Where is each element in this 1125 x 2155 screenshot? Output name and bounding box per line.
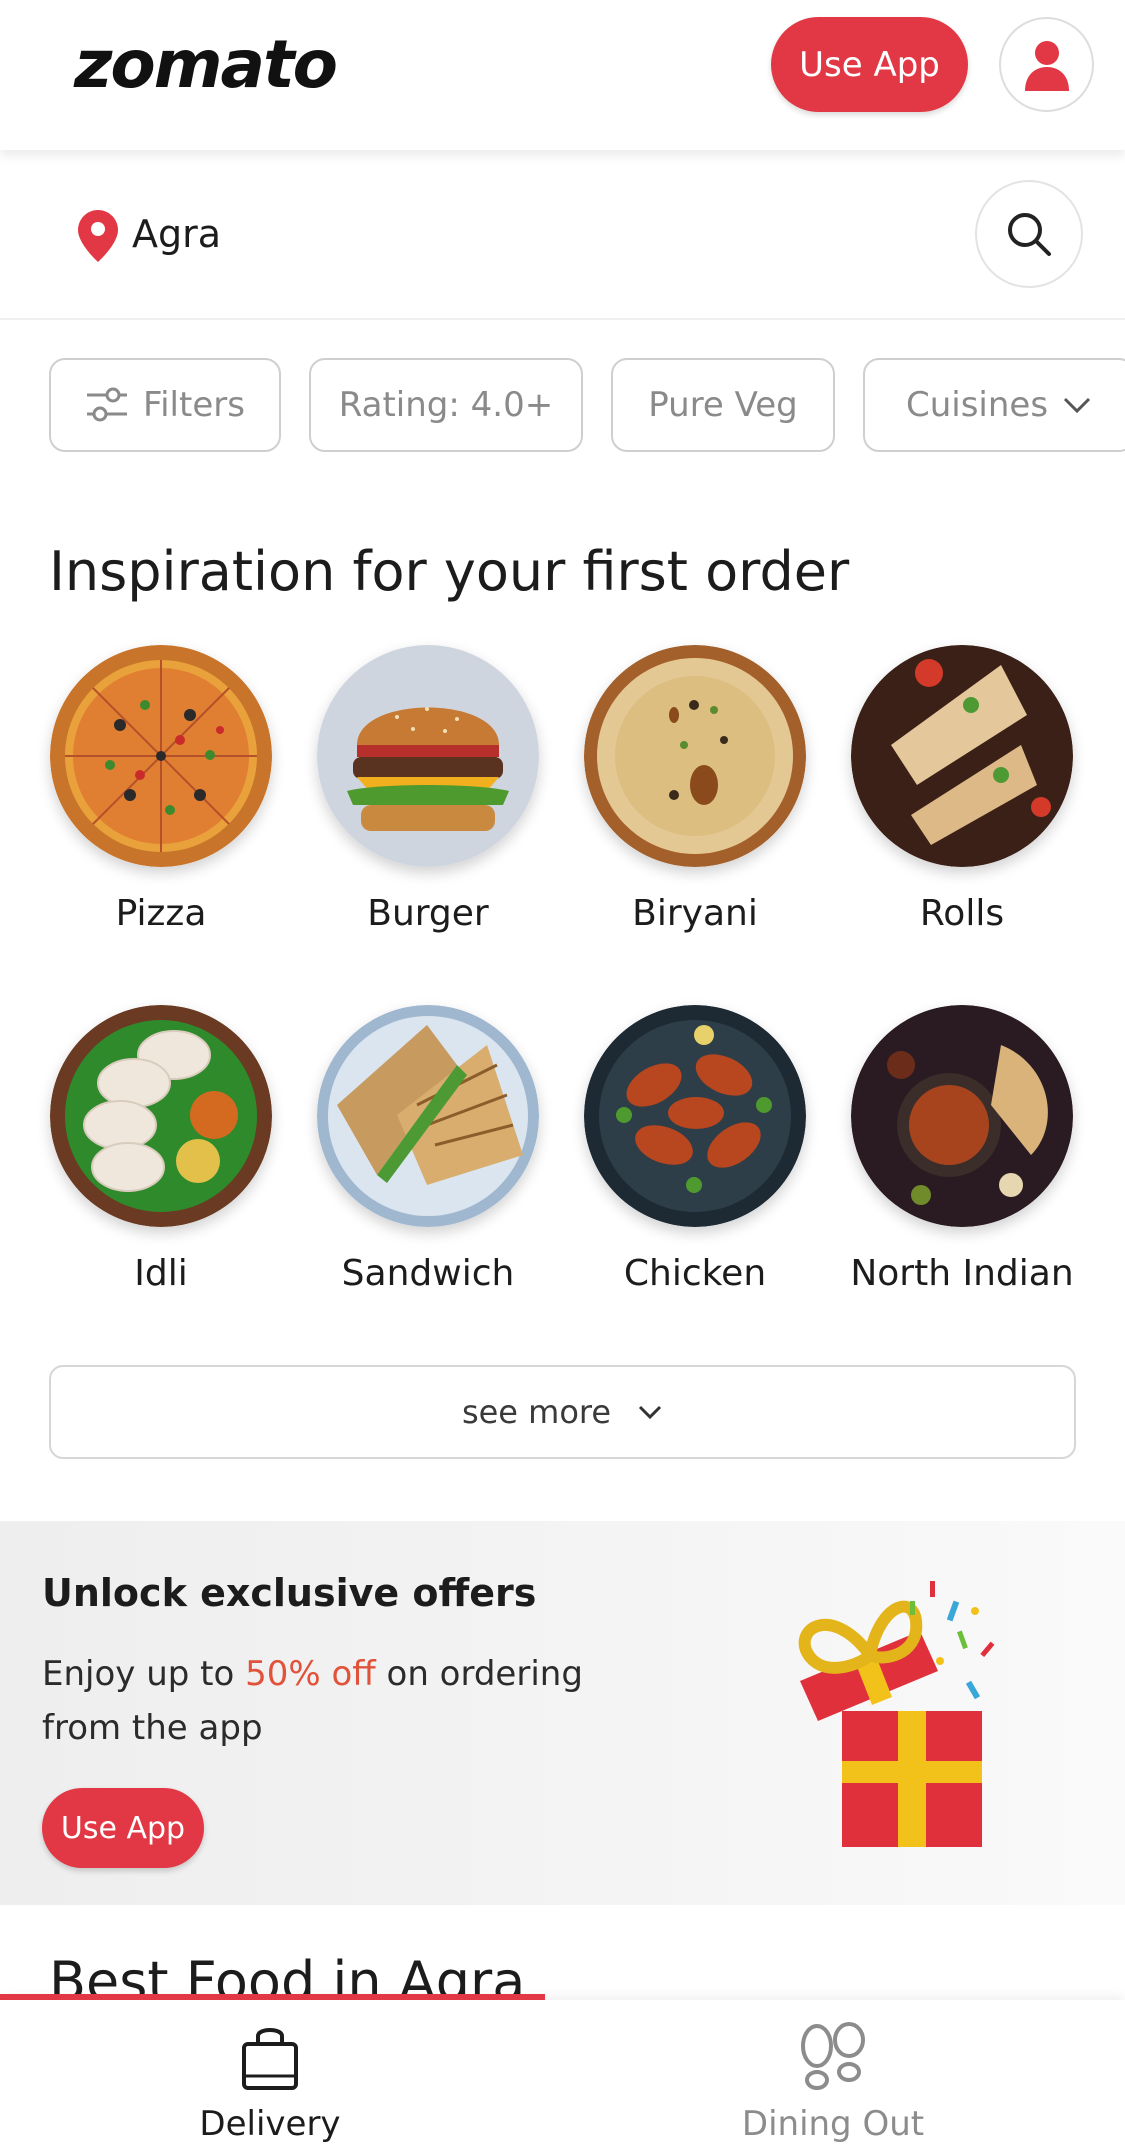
cuisines-chip[interactable]: Cuisines <box>863 358 1125 452</box>
food-item-sandwich[interactable]: Sandwich <box>308 1005 548 1294</box>
bottom-nav: Delivery Dining Out <box>0 1994 1125 2155</box>
offer-desc-highlight: 50% off <box>245 1654 376 1694</box>
rating-chip[interactable]: Rating: 4.0+ <box>309 358 583 452</box>
filters-chip[interactable]: Filters <box>49 358 281 452</box>
use-app-button[interactable]: Use App <box>771 17 968 112</box>
food-item-label: Biryani <box>632 893 758 934</box>
pure-veg-chip[interactable]: Pure Veg <box>611 358 835 452</box>
burger-image <box>317 645 539 867</box>
rolls-image <box>851 645 1073 867</box>
rating-chip-label: Rating: 4.0+ <box>338 385 554 425</box>
food-item-idli[interactable]: Idli <box>41 1005 281 1294</box>
see-more-label: see more <box>461 1393 612 1431</box>
offer-banner: Unlock exclusive offers Enjoy up to 50% … <box>0 1521 1125 1905</box>
food-item-label: Idli <box>134 1253 188 1294</box>
pure-veg-chip-label: Pure Veg <box>648 385 798 425</box>
tab-delivery-label: Delivery <box>199 2104 341 2144</box>
app-header: zomato Use App <box>0 0 1125 150</box>
food-item-burger[interactable]: Burger <box>308 645 548 934</box>
food-item-rolls[interactable]: Rolls <box>842 645 1082 934</box>
food-item-label: Chicken <box>623 1253 767 1294</box>
tab-dining-out[interactable]: Dining Out <box>683 2022 983 2144</box>
pizza-image <box>50 645 272 867</box>
zomato-logo[interactable]: zomato <box>74 26 338 103</box>
food-item-chicken[interactable]: Chicken <box>575 1005 815 1294</box>
food-item-label: Sandwich <box>341 1253 515 1294</box>
tab-delivery[interactable]: Delivery <box>120 2022 420 2144</box>
food-item-label: Burger <box>367 893 489 934</box>
offer-use-app-button[interactable]: Use App <box>42 1788 204 1868</box>
sandwich-image <box>317 1005 539 1227</box>
food-item-label: Rolls <box>919 893 1005 934</box>
location-text[interactable]: Agra <box>132 212 221 256</box>
search-button[interactable] <box>975 180 1083 288</box>
food-item-biryani[interactable]: Biryani <box>575 645 815 934</box>
filter-chips-row: Filters Rating: 4.0+ Pure Veg Cuisines <box>49 358 1125 454</box>
chevron-down-icon <box>1063 397 1091 414</box>
location-pin-icon <box>78 210 118 262</box>
idli-image <box>50 1005 272 1227</box>
tab-dining-out-label: Dining Out <box>741 2104 925 2144</box>
location-bar: Agra <box>0 160 1125 320</box>
chicken-image <box>584 1005 806 1227</box>
profile-button[interactable] <box>999 17 1094 112</box>
offer-title: Unlock exclusive offers <box>42 1571 537 1615</box>
food-item-pizza[interactable]: Pizza <box>41 645 281 934</box>
food-item-label: North Indian <box>850 1253 1074 1294</box>
chevron-down-icon <box>638 1405 662 1420</box>
filters-chip-label: Filters <box>143 385 245 425</box>
user-icon <box>1024 40 1069 91</box>
food-item-north-indian[interactable]: North Indian <box>842 1005 1082 1294</box>
offer-description: Enjoy up to 50% off on ordering from the… <box>42 1647 642 1755</box>
biryani-image <box>584 645 806 867</box>
active-tab-indicator <box>0 1994 545 2000</box>
offer-desc-prefix: Enjoy up to <box>42 1654 246 1694</box>
north-indian-image <box>851 1005 1073 1227</box>
food-item-label: Pizza <box>115 893 207 934</box>
shopping-bag-icon <box>242 2028 298 2090</box>
see-more-button[interactable]: see more <box>49 1365 1076 1459</box>
cuisines-chip-label: Cuisines <box>905 385 1049 425</box>
footsteps-icon <box>801 2022 865 2090</box>
gift-box-icon <box>798 1581 995 1847</box>
inspiration-title: Inspiration for your first order <box>49 540 850 603</box>
search-icon <box>1008 213 1051 256</box>
sliders-icon <box>87 387 128 422</box>
